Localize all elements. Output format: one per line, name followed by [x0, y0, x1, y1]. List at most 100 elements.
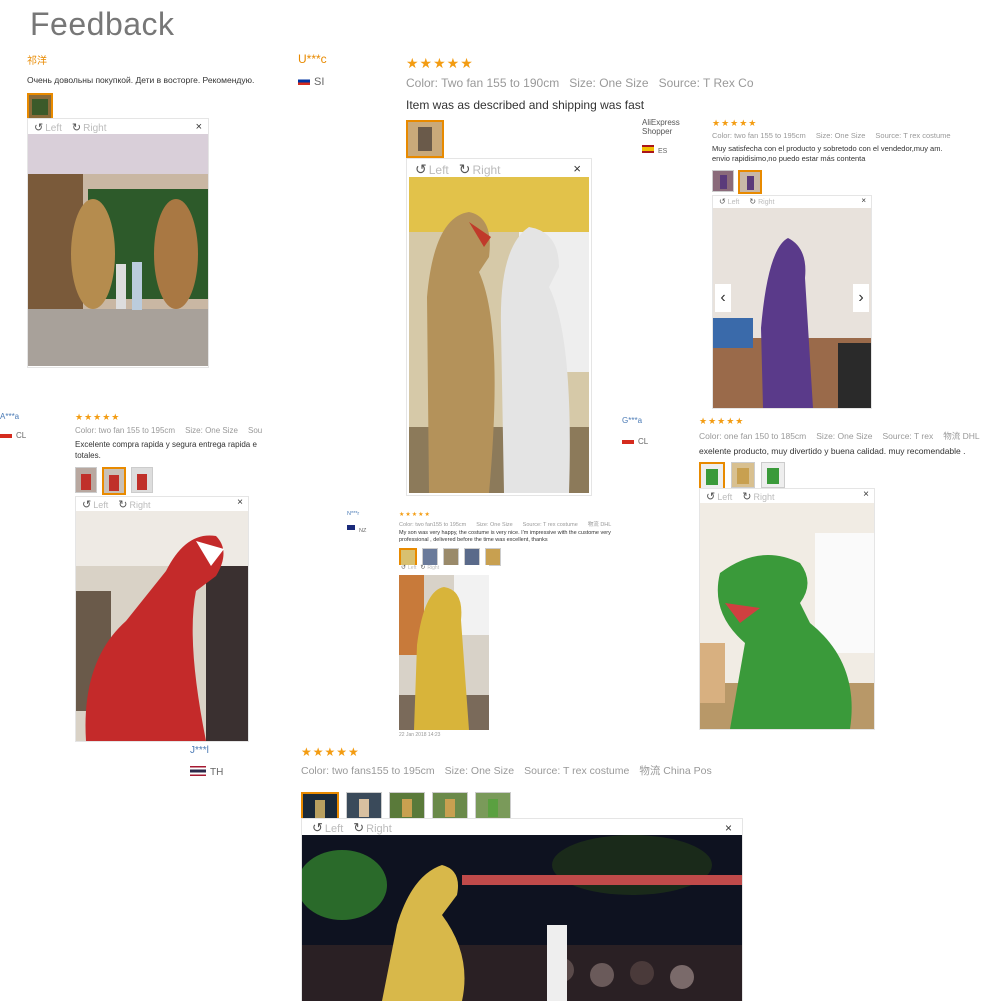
rotate-left-icon: ↺: [34, 122, 44, 134]
rotate-right-icon: ↻: [71, 122, 82, 134]
close-button[interactable]: ×: [725, 821, 732, 835]
flag-icon: [298, 76, 310, 85]
reviewer-name: G***a: [622, 416, 643, 425]
review-date: 22 Jan 2018 14:23: [399, 732, 441, 738]
review-photo: [28, 134, 208, 366]
shipping-option: 物流 China Pos: [639, 765, 712, 777]
color-option: Color: Two fan 155 to 190cm: [406, 76, 560, 90]
review-meta: Color: two fan 155 to 195cm Size: One Siz…: [75, 426, 270, 435]
review-thumbnail[interactable]: [131, 467, 153, 493]
review-meta: Color: two fans155 to 195cm Size: One Siz…: [301, 763, 771, 778]
size-option: Size: One Size: [476, 522, 513, 528]
color-option: Color: one fan 150 to 185cm: [699, 431, 807, 441]
rotate-left-button[interactable]: ↺ Left: [719, 197, 739, 206]
review-photo: [302, 835, 742, 1001]
review-photo: [700, 503, 874, 729]
rotate-left-button[interactable]: ↺ Left: [82, 498, 108, 511]
rating-stars: ★★★★★: [406, 55, 474, 71]
review-text: exelente producto, muy divertido y buena…: [699, 446, 966, 456]
rotate-left-icon: ↺: [82, 499, 92, 511]
review-body: ★★★★★ Color: one fan 150 to 185cm Size: O…: [699, 416, 989, 490]
review-thumbnail[interactable]: [731, 462, 755, 488]
review-thumbnail[interactable]: [443, 548, 459, 566]
flag-icon: [190, 765, 206, 776]
reviewer-name: AliExpress Shopper: [642, 118, 680, 136]
flag-icon: [622, 435, 634, 444]
image-viewer: ↺ Left ↻ Right 22 Jan 2018 14:23: [399, 564, 489, 738]
shipping-option: 物流 DHL: [587, 522, 612, 528]
rotate-right-button[interactable]: ↻ Right: [420, 564, 439, 571]
image-viewer: ↺ Left ↻ Right ×: [27, 118, 209, 368]
image-viewer: ↺ Left ↻ Right × ‹ ›: [712, 195, 872, 409]
review-photo: [399, 575, 489, 730]
rotate-left-button[interactable]: ↺ Left: [34, 121, 62, 134]
rotate-right-button[interactable]: ↻ Right: [353, 820, 392, 836]
review-thumbnail[interactable]: [406, 120, 444, 158]
rotate-right-button[interactable]: ↻ Right: [749, 197, 774, 206]
review-card: 祁洋 Очень довольны покупкой. Дети в восто…: [27, 52, 272, 121]
review-photo: [409, 177, 589, 493]
size-option: Size: One Size: [569, 76, 649, 90]
shipping-option: 物流 DHL: [943, 431, 980, 441]
rotate-right-button[interactable]: ↻ Right: [742, 490, 774, 503]
review-thumbnail[interactable]: [464, 548, 480, 566]
review-body: ★★★★★ Color: two fan 155 to 195cm Size: O…: [712, 118, 972, 194]
rotate-left-button[interactable]: ↺ Left: [415, 161, 449, 178]
review-card: N***r NZ: [347, 511, 387, 537]
review-meta: Color: two fan155 to 195cm Size: One Size…: [399, 520, 614, 528]
rotate-right-icon: ↻: [420, 565, 426, 571]
next-image-button[interactable]: ›: [853, 284, 869, 312]
country-code: SI: [314, 76, 325, 88]
review-thumbnail[interactable]: [761, 462, 785, 488]
review-card: J***l TH: [190, 745, 250, 780]
viewer-nav: ↺ Left ↻ Right: [706, 490, 774, 503]
rotate-left-icon: ↺: [415, 161, 427, 177]
rotate-right-button[interactable]: ↻ Right: [72, 121, 107, 134]
review-thumbnail[interactable]: [738, 170, 762, 194]
rotate-left-button[interactable]: ↺ Left: [706, 490, 732, 503]
rating-stars: ★★★★★: [75, 412, 121, 422]
review-card: G***a CL: [622, 416, 682, 449]
viewer-nav: ↺ Left ↻ Right: [82, 498, 150, 511]
rating-stars: ★★★★★: [712, 118, 758, 128]
rotate-right-button[interactable]: ↻ Right: [459, 161, 501, 178]
source-option: Source: T rex costume: [522, 522, 578, 528]
review-thumbnail[interactable]: [75, 467, 97, 493]
rotate-right-icon: ↻: [118, 499, 128, 511]
review-meta: Color: one fan 150 to 185cm Size: One Siz…: [699, 430, 989, 442]
close-button[interactable]: ×: [237, 497, 243, 508]
source-option: Sou: [247, 426, 263, 435]
rating-stars: ★★★★★: [399, 512, 431, 518]
review-thumbnail[interactable]: [102, 467, 126, 495]
review-text: Очень довольны покупкой. Дети в восторге…: [27, 75, 255, 85]
reviewer-name: N***r: [347, 511, 360, 517]
rotate-left-icon: ↺: [312, 820, 323, 835]
rotate-right-icon: ↻: [458, 161, 471, 177]
viewer-nav: ↺ Left ↻ Right: [312, 820, 392, 836]
rotate-right-icon: ↻: [353, 820, 365, 835]
prev-image-button[interactable]: ‹: [715, 284, 731, 312]
color-option: Color: two fans155 to 195cm: [301, 765, 435, 777]
close-button[interactable]: ×: [863, 489, 869, 500]
review-thumbnail[interactable]: [27, 93, 53, 121]
rotate-left-button[interactable]: ↺ Left: [312, 820, 343, 836]
review-meta: Color: Two fan 155 to 190cm Size: One Siz…: [406, 76, 754, 90]
rating-stars: ★★★★★: [301, 745, 360, 759]
review-thumbnail[interactable]: [712, 170, 734, 192]
viewer-nav: ↺ Left ↻ Right: [719, 197, 774, 206]
rotate-right-button[interactable]: ↻ Right: [118, 498, 150, 511]
country-code: ES: [658, 148, 668, 155]
review-thumbnail[interactable]: [699, 462, 725, 490]
close-button[interactable]: ×: [573, 161, 581, 176]
country-code: TH: [210, 767, 224, 778]
flag-icon: [0, 429, 12, 438]
review-body: ★★★★★ Color: two fan 155 to 195cm Size: O…: [75, 412, 270, 495]
review-thumbnail[interactable]: [485, 548, 501, 566]
page-title: Feedback: [30, 6, 175, 42]
image-viewer: ↺ Left ↻ Right ×: [406, 158, 592, 496]
rotate-left-icon: ↺: [401, 565, 407, 571]
close-button[interactable]: ×: [196, 121, 202, 133]
image-viewer: ↺ Left ↻ Right ×: [75, 496, 249, 742]
rotate-left-button[interactable]: ↺ Left: [401, 564, 416, 571]
close-button[interactable]: ×: [861, 196, 866, 205]
